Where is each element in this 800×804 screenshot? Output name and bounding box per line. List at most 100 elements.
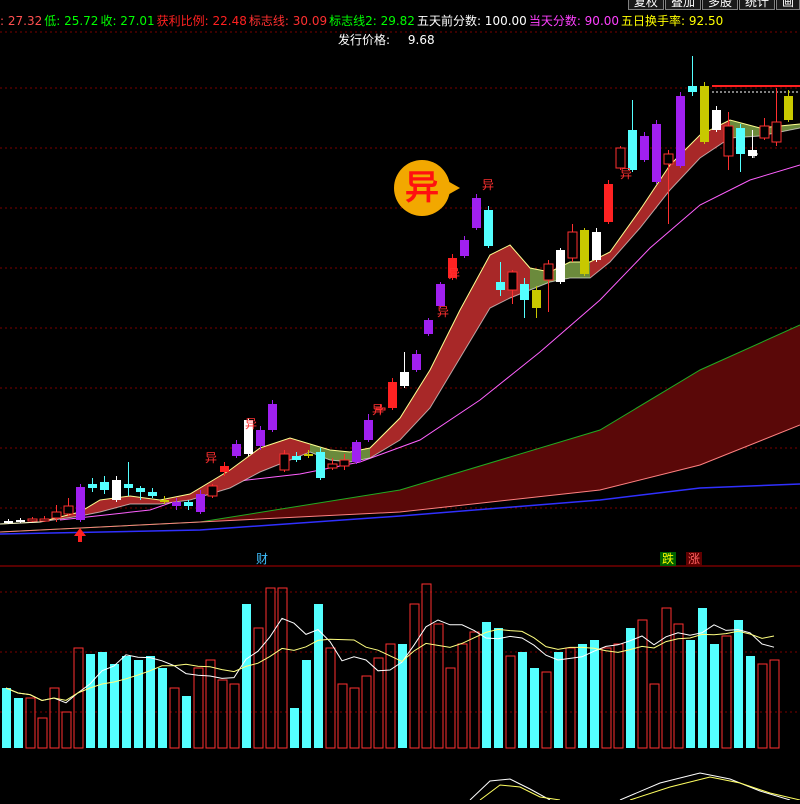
- candle-body: [196, 494, 205, 512]
- candle-body: [76, 487, 85, 520]
- volume-bar: [469, 631, 480, 749]
- volume-bar: [482, 622, 491, 748]
- candle-body: [759, 125, 770, 139]
- drop-badge[interactable]: 跌: [660, 552, 677, 566]
- volume-bar: [37, 717, 48, 749]
- volume-bar: [385, 643, 396, 749]
- candle-body: [556, 250, 565, 282]
- candle-body: [232, 444, 241, 456]
- candle-body: [292, 456, 301, 460]
- volume-bar: [25, 697, 36, 749]
- volume-bar: [686, 640, 695, 748]
- volume-bar: [110, 664, 119, 748]
- candle-body: [339, 459, 350, 467]
- volume-bar: [757, 663, 768, 749]
- candle-body: [220, 466, 229, 472]
- volume-bar: [578, 644, 587, 748]
- candle-body: [472, 198, 481, 228]
- candle-body: [207, 485, 218, 497]
- candle-body: [327, 463, 338, 469]
- yi-mark: 异: [448, 267, 460, 281]
- volume-bar: [158, 668, 167, 748]
- volume-bar: [518, 652, 527, 748]
- volume-bar: [242, 604, 251, 748]
- yi-mark: 异: [620, 167, 632, 181]
- finance-badge[interactable]: 财: [254, 552, 270, 566]
- toolbar-button-0[interactable]: 复权: [627, 0, 664, 10]
- candle-body: [748, 150, 757, 156]
- toolbar-button-1[interactable]: 叠加: [664, 0, 701, 10]
- volume-bar: [769, 659, 780, 749]
- volume-panel[interactable]: [0, 568, 800, 753]
- candle-body: [424, 320, 433, 334]
- candle-body: [496, 282, 505, 290]
- rise-badge[interactable]: 涨: [686, 552, 703, 566]
- yi-glyph: 异: [405, 168, 439, 208]
- volume-bar: [61, 711, 72, 749]
- yi-mark: 异: [245, 417, 257, 431]
- candle-body: [172, 502, 181, 506]
- candle-body: [532, 290, 541, 308]
- info-field-7: 当天分数: 90.00: [528, 14, 620, 28]
- volume-bar: [86, 654, 95, 748]
- candle-body: [484, 210, 493, 246]
- info-field-1: 低: 25.72: [44, 14, 99, 28]
- volume-bar: [169, 687, 180, 749]
- toolbar-button-4[interactable]: 画: [775, 0, 800, 10]
- volume-bar: [590, 640, 599, 748]
- yi-mark: 异: [205, 451, 217, 465]
- candle-body: [400, 372, 409, 386]
- volume-bar: [457, 643, 468, 749]
- candle-body: [16, 520, 25, 522]
- volume-bar: [505, 655, 516, 749]
- candle-body: [148, 492, 157, 496]
- buy-arrow-icon: [74, 528, 86, 542]
- volume-bar: [698, 608, 707, 748]
- indicator-panel[interactable]: [0, 753, 800, 801]
- issue-price-line: 发行价格: 9.68: [338, 31, 435, 49]
- candle-body: [279, 453, 290, 471]
- volume-bar: [122, 656, 131, 748]
- yi-mark: 异: [437, 305, 449, 319]
- candle-body: [663, 153, 674, 165]
- candle-body: [592, 232, 601, 260]
- info-field-3: 获利比例: 22.48: [156, 14, 247, 28]
- volume-bar: [182, 696, 191, 748]
- info-field-6: 五天前分数: 100.00: [416, 14, 527, 28]
- toolbar-button-2[interactable]: 多股: [701, 0, 738, 10]
- volume-bar: [205, 659, 216, 749]
- info-field-0: : 27.32: [0, 14, 43, 28]
- volume-bar: [217, 679, 228, 749]
- volume-bar: [613, 643, 624, 749]
- toolbar-button-3[interactable]: 统计: [738, 0, 775, 10]
- volume-bar: [626, 628, 635, 748]
- volume-bar: [98, 652, 107, 748]
- volume-bar: [673, 623, 684, 749]
- volume-bar: [734, 620, 743, 748]
- volume-bar: [710, 644, 719, 748]
- issue-price-label: 发行价格:: [338, 33, 391, 47]
- volume-bar: [14, 698, 23, 748]
- candle-body: [160, 500, 169, 502]
- indicator-white-line: [469, 778, 551, 801]
- candle-body: [712, 110, 721, 130]
- candle-body: [567, 231, 578, 259]
- price-chart: 异异异异异异异: [0, 31, 800, 567]
- volume-bar: [409, 603, 420, 749]
- volume-bar: [601, 647, 612, 749]
- volume-bar: [433, 623, 444, 749]
- price-panel[interactable]: 异异异异异异异: [0, 0, 800, 568]
- volume-bar: [73, 647, 84, 749]
- info-field-5: 标志线2: 29.82: [329, 14, 415, 28]
- volume-bar: [337, 683, 348, 749]
- volume-bar: [253, 627, 264, 749]
- candle-body: [543, 263, 554, 281]
- candle-body: [256, 430, 265, 446]
- volume-bar: [721, 635, 732, 749]
- indicator-yellow-line-2: [629, 776, 800, 801]
- candle-body: [412, 354, 421, 370]
- volume-bar: [554, 652, 563, 748]
- candle-body: [100, 482, 109, 490]
- quote-info-bar: : 27.32 低: 25.72 收: 27.01 获利比例: 22.48 标志线: 3…: [0, 12, 725, 30]
- yi-mark: 异: [482, 178, 494, 192]
